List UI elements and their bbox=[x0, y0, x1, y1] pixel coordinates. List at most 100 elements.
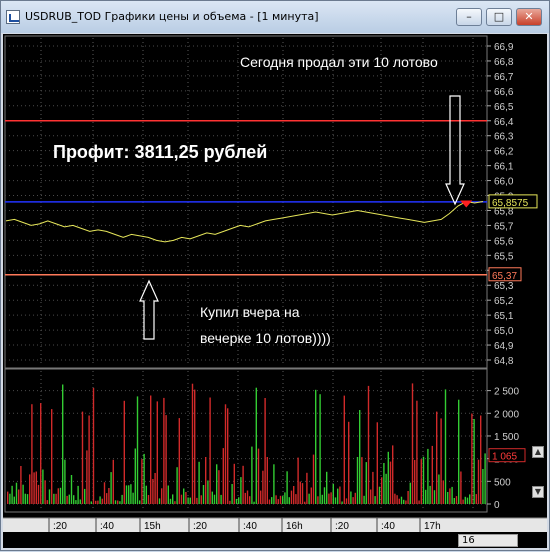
volume-bar bbox=[13, 496, 15, 504]
scroll-down-button[interactable]: ▼ bbox=[532, 486, 544, 498]
price-tick-label: 66,0 bbox=[494, 177, 514, 188]
volume-bar bbox=[244, 492, 246, 504]
price-tick-label: 66,9 bbox=[494, 42, 514, 53]
volume-bar bbox=[297, 457, 299, 504]
volume-bar bbox=[295, 494, 297, 504]
volume-bar bbox=[196, 497, 198, 504]
volume-bar bbox=[191, 383, 194, 504]
volume-bar bbox=[356, 457, 359, 504]
volume-bar bbox=[365, 462, 367, 504]
volume-bar bbox=[99, 496, 101, 504]
price-tick-label: 65,0 bbox=[494, 326, 514, 337]
volume-bar bbox=[383, 463, 385, 504]
volume-bar bbox=[68, 494, 70, 504]
volume-bar bbox=[70, 475, 73, 504]
window-title: USDRUB_TOD Графики цены и объема - [1 ми… bbox=[25, 10, 319, 23]
price-tick-label: 65,3 bbox=[494, 281, 514, 292]
volume-bar bbox=[328, 493, 330, 504]
volume-bar bbox=[264, 398, 266, 504]
volume-bar bbox=[288, 497, 290, 504]
volume-bar bbox=[123, 400, 125, 504]
volume-bar bbox=[178, 418, 180, 504]
volume-bar bbox=[231, 484, 233, 504]
time-tick-label: :20 bbox=[193, 521, 207, 532]
price-tick-label: 66,6 bbox=[494, 87, 514, 98]
volume-bar bbox=[242, 465, 244, 504]
chart-area[interactable]: 66,9 66,8 66,7 66,6 66,5 66,4 66,3 66,2 66,1 66,0… bbox=[3, 34, 547, 548]
time-tick-label: :20 bbox=[335, 521, 349, 532]
volume-bar bbox=[44, 480, 46, 504]
volume-bar bbox=[75, 500, 77, 504]
volume-bar bbox=[161, 488, 163, 504]
price-tick-label: 66,3 bbox=[494, 132, 514, 143]
volume-bar bbox=[88, 415, 90, 504]
volume-bar bbox=[158, 498, 161, 504]
volume-bar bbox=[84, 488, 86, 504]
price-tick-label: 66,8 bbox=[494, 57, 514, 68]
title-bar[interactable]: USDRUB_TOD Графики цены и объема - [1 ми… bbox=[1, 1, 549, 33]
volume-bar bbox=[213, 494, 216, 504]
volume-bar bbox=[330, 492, 332, 504]
volume-bar bbox=[473, 419, 475, 504]
volume-bar bbox=[282, 496, 284, 504]
volume-bar bbox=[95, 500, 97, 504]
volume-bar bbox=[183, 488, 185, 504]
price-tick-label: 65,6 bbox=[494, 236, 514, 247]
volume-bar bbox=[255, 387, 257, 504]
minimize-button[interactable]: – bbox=[456, 8, 482, 26]
volume-bar bbox=[387, 451, 389, 504]
volume-bar bbox=[114, 500, 117, 504]
close-button[interactable]: ✕ bbox=[516, 8, 542, 26]
page-indicator[interactable]: 16 bbox=[458, 534, 518, 547]
volume-bar bbox=[128, 485, 130, 504]
volume-bar bbox=[198, 461, 200, 504]
volume-bar bbox=[348, 421, 350, 504]
volume-bar bbox=[147, 495, 150, 504]
chart-canvas[interactable]: 66,9 66,8 66,7 66,6 66,5 66,4 66,3 66,2 66,1 66,0… bbox=[3, 34, 547, 548]
volume-bar bbox=[361, 457, 363, 504]
volume-bar bbox=[466, 497, 469, 504]
volume-bar bbox=[262, 470, 264, 504]
volume-bar bbox=[400, 496, 403, 504]
volume-bar bbox=[279, 495, 282, 504]
volume-bar bbox=[407, 491, 409, 504]
volume-bar bbox=[103, 482, 106, 504]
volume-bar bbox=[477, 459, 480, 504]
volume-bar bbox=[207, 480, 209, 504]
volume-bar bbox=[396, 495, 398, 504]
volume-bar bbox=[40, 403, 42, 504]
volume-bar bbox=[394, 493, 396, 504]
volume-bar bbox=[224, 404, 227, 504]
volume-bar bbox=[92, 387, 95, 504]
volume-bar bbox=[233, 463, 235, 504]
volume-bar bbox=[290, 490, 293, 504]
volume-bar bbox=[359, 410, 361, 504]
volume-bar bbox=[323, 487, 326, 504]
time-axis-bar bbox=[3, 518, 547, 532]
volume-bar bbox=[169, 498, 172, 504]
volume-bar bbox=[46, 500, 48, 504]
volume-bar bbox=[220, 494, 222, 504]
volume-bar bbox=[469, 494, 471, 504]
volume-bar bbox=[154, 473, 156, 504]
chart-window: USDRUB_TOD Графики цены и объема - [1 ми… bbox=[0, 0, 550, 551]
volume-bar bbox=[141, 459, 143, 504]
volume-tick-label: 1 500 bbox=[494, 432, 519, 443]
maximize-button[interactable]: □ bbox=[486, 8, 512, 26]
volume-bar bbox=[42, 469, 44, 504]
volume-bar bbox=[312, 454, 315, 504]
volume-bar bbox=[31, 404, 33, 504]
volume-bar bbox=[431, 445, 433, 504]
time-tick-label: :40 bbox=[243, 521, 257, 532]
volume-bar bbox=[422, 456, 425, 504]
volume-bar bbox=[143, 453, 145, 504]
volume-bar bbox=[249, 496, 251, 504]
volume-bar bbox=[222, 448, 224, 504]
volume-bar bbox=[416, 400, 418, 504]
price-series-line bbox=[5, 200, 484, 243]
scroll-up-button[interactable]: ▲ bbox=[532, 446, 544, 458]
volume-bar bbox=[271, 497, 273, 504]
volume-bar bbox=[376, 422, 378, 504]
volume-bar bbox=[464, 496, 466, 504]
volume-bar bbox=[180, 494, 183, 504]
